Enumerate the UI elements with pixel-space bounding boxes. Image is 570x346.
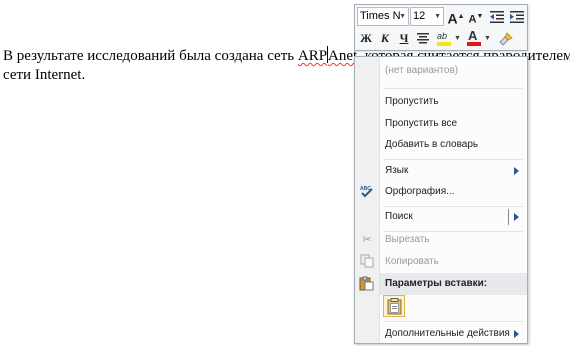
menu-item-label: Дополнительные действия: [385, 328, 510, 339]
scissors-icon: ✂: [362, 234, 372, 246]
center-align-button[interactable]: [414, 29, 432, 48]
font-name-combo[interactable]: Times N ▼: [357, 7, 409, 26]
chevron-right-icon: [514, 167, 519, 175]
menu-item-label: (нет вариантов): [385, 65, 459, 76]
misspelled-word[interactable]: ARPAnet: [297, 46, 358, 64]
menu-item-label: Орфография...: [385, 186, 455, 197]
shrink-font-button[interactable]: A▼: [467, 7, 485, 26]
chevron-down-icon: ▼: [399, 13, 406, 20]
increase-indent-icon: [510, 10, 524, 23]
menu-item-label: Вырезать: [385, 234, 430, 245]
italic-button[interactable]: К: [376, 29, 394, 48]
chevron-down-icon: ▼: [484, 35, 491, 42]
mini-toolbar: Times N ▼ 12 ▼ A▲ A▼ Ж К Ч ab ▼ A ▼: [354, 4, 528, 51]
grow-font-icon: A: [447, 10, 458, 27]
copy-icon: [359, 254, 375, 270]
menu-item-cut: ✂ Вырезать: [355, 229, 527, 251]
menu-item-spelling[interactable]: ABC Орфография...: [355, 181, 527, 203]
menu-item-ignore-all[interactable]: Пропустить все: [355, 113, 527, 135]
menu-item-copy: Копировать: [355, 251, 527, 273]
highlight-color-swatch: [437, 42, 451, 46]
align-center-icon: [417, 33, 429, 44]
paste-keep-text-only-icon: [387, 298, 402, 315]
menu-separator: [383, 321, 523, 322]
menu-item-more-actions[interactable]: Дополнительные действия: [355, 323, 527, 345]
misspelled-word-part2: Anet: [328, 48, 358, 64]
highlight-color-button[interactable]: ab ▼: [435, 29, 461, 48]
menu-item-label: Копировать: [385, 256, 439, 267]
spelling-check-icon: ABC: [359, 184, 375, 200]
chevron-right-icon[interactable]: [514, 213, 519, 221]
format-painter-button[interactable]: [497, 29, 515, 48]
menu-item-no-suggestions: (нет вариантов): [355, 60, 527, 82]
menu-item-label: Язык: [385, 165, 409, 176]
menu-item-search[interactable]: Поиск: [355, 206, 527, 228]
context-menu: (нет вариантов) Пропустить Пропустить вс…: [354, 56, 528, 344]
bold-button[interactable]: Ж: [357, 29, 375, 48]
menu-item-label: Параметры вставки:: [385, 278, 488, 289]
menu-header-paste-options: Параметры вставки:: [380, 273, 527, 295]
menu-item-ignore[interactable]: Пропустить: [355, 91, 527, 113]
chevron-right-icon: [514, 330, 519, 338]
paste-icon: [359, 276, 375, 292]
font-size-combo[interactable]: 12 ▼: [410, 7, 444, 26]
menu-separator: [383, 88, 523, 89]
chevron-down-icon: ▼: [454, 35, 461, 42]
decrease-indent-button[interactable]: [488, 7, 506, 26]
paste-keep-text-only-button[interactable]: [383, 295, 405, 317]
menu-item-label: Пропустить: [385, 96, 439, 107]
underline-button[interactable]: Ч: [395, 29, 413, 48]
font-color-swatch: [467, 42, 481, 46]
format-painter-icon: [499, 32, 513, 46]
shrink-font-icon: A: [468, 13, 477, 26]
font-color-button[interactable]: A ▼: [465, 28, 491, 48]
menu-item-add-to-dictionary[interactable]: Добавить в словарь: [355, 134, 527, 156]
menu-item-label: Поиск: [385, 211, 413, 222]
chevron-down-icon: ▼: [434, 13, 441, 20]
grow-font-button[interactable]: A▲: [447, 7, 465, 27]
decrease-indent-icon: [490, 10, 504, 23]
text-before-word: В результате исследований была создана с…: [3, 48, 298, 64]
menu-item-language[interactable]: Язык: [355, 160, 527, 182]
misspelled-word-part1: ARP: [297, 48, 328, 64]
font-name-value: Times N: [360, 10, 401, 22]
menu-item-label: Добавить в словарь: [385, 139, 479, 150]
menu-item-label: Пропустить все: [385, 118, 458, 129]
font-size-value: 12: [413, 10, 426, 22]
increase-indent-button[interactable]: [508, 7, 526, 26]
submenu-split-divider: [508, 209, 509, 225]
